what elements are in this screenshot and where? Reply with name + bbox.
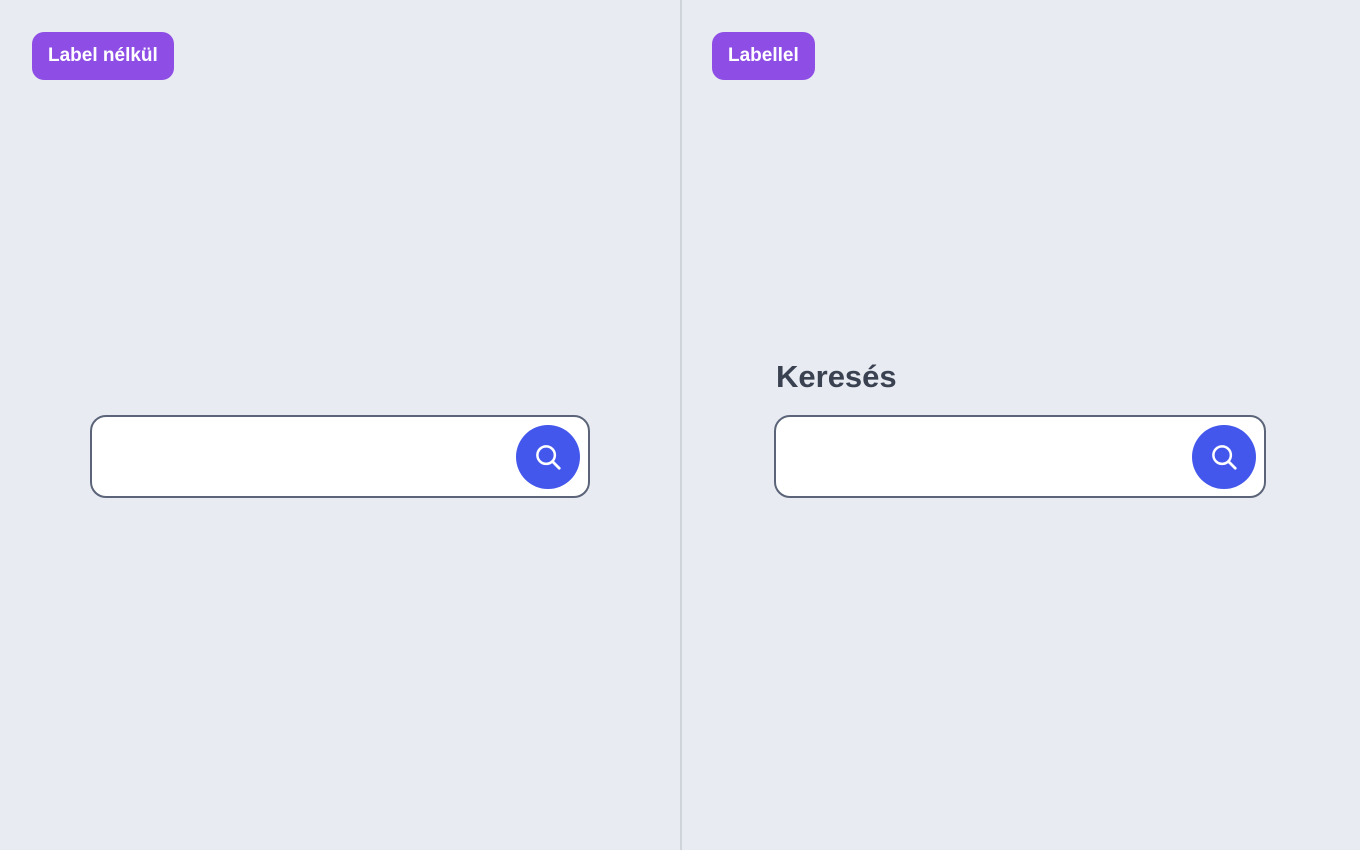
- variant-tag: Label nélkül: [32, 32, 174, 80]
- search-input[interactable]: [792, 431, 1184, 482]
- panel-without-label: Label nélkül: [0, 0, 680, 850]
- search-field-label: Keresés: [776, 359, 897, 394]
- search-input[interactable]: [108, 431, 508, 482]
- search-button[interactable]: [516, 425, 580, 489]
- search-button[interactable]: [1192, 425, 1256, 489]
- panel-with-label: Labellel Keresés: [682, 0, 1360, 850]
- search-box: [774, 415, 1266, 498]
- page: Label nélkül Labellel Keresés: [0, 0, 1360, 850]
- search-icon: [536, 445, 561, 470]
- search-box: [90, 415, 590, 498]
- search-icon: [1212, 445, 1237, 470]
- variant-tag: Labellel: [712, 32, 815, 80]
